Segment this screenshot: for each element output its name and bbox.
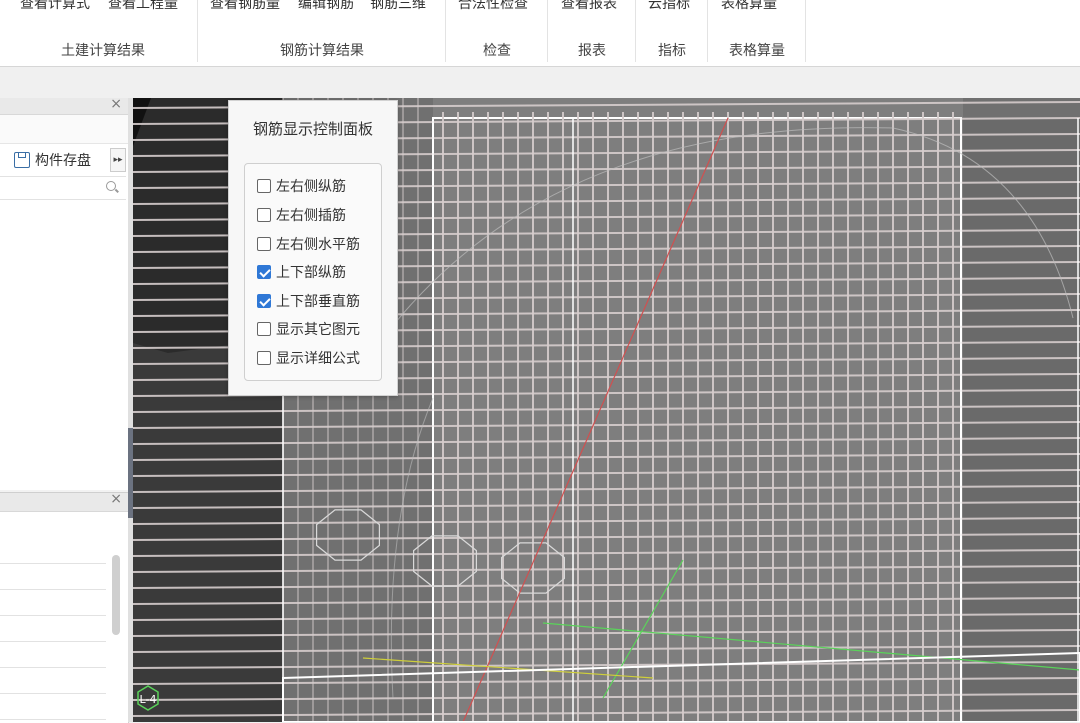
search-input[interactable] — [0, 176, 126, 200]
close-icon[interactable]: × — [110, 491, 122, 507]
option-label: 上下部垂直筋 — [276, 294, 360, 310]
table-row[interactable] — [0, 537, 106, 564]
checkbox[interactable] — [257, 179, 271, 193]
scrollbar[interactable] — [112, 555, 120, 635]
option-side-horizontal[interactable]: 左右侧水平筋 — [257, 234, 360, 254]
checkbox[interactable] — [257, 322, 271, 336]
table-row[interactable] — [0, 641, 106, 668]
toolbar-strip — [0, 67, 1080, 99]
table-row[interactable] — [0, 693, 106, 720]
group-civil-results: 查看计算式 查看工程量 土建计算结果 — [8, 0, 198, 66]
option-label: 左右侧插筋 — [276, 208, 346, 224]
table-calc-button[interactable]: 表格算量 — [721, 0, 777, 13]
panel-header: × — [0, 491, 128, 512]
view-rebar-quantity-button[interactable]: 查看钢筋量 — [210, 0, 280, 13]
ribbon-toolbar: 查看计算式 查看工程量 土建计算结果 查看钢筋量 编辑钢筋 钢筋三维 钢筋计算结… — [0, 0, 1080, 67]
option-label: 左右侧水平筋 — [276, 237, 360, 253]
panel-toolbar — [0, 115, 128, 144]
option-label: 显示其它图元 — [276, 322, 360, 338]
checkbox[interactable] — [257, 351, 271, 365]
component-panel: × 构件存盘 ▸▸ — [0, 96, 129, 490]
divider — [805, 0, 806, 62]
table-row[interactable] — [0, 589, 106, 616]
close-icon[interactable]: × — [110, 96, 122, 112]
cloud-index-button[interactable]: 云指标 — [648, 0, 690, 13]
save-component-label: 构件存盘 — [35, 153, 91, 169]
option-show-detailed-formula[interactable]: 显示详细公式 — [257, 348, 360, 368]
group-title: 报表 — [578, 43, 606, 59]
group-title: 钢筋计算结果 — [280, 43, 364, 59]
save-component-button[interactable]: 构件存盘 — [14, 150, 91, 170]
panel-title: 钢筋显示控制面板 — [252, 120, 373, 138]
option-label: 左右侧纵筋 — [276, 179, 346, 195]
checkbox[interactable] — [257, 237, 271, 251]
checkbox[interactable] — [257, 265, 271, 279]
table-row[interactable] — [0, 667, 106, 694]
validity-check-button[interactable]: 合法性检查 — [458, 0, 528, 13]
view-report-button[interactable]: 查看报表 — [561, 0, 617, 13]
group-rebar-results: 查看钢筋量 编辑钢筋 钢筋三维 钢筋计算结果 — [198, 0, 446, 66]
option-top-bottom-longitudinal[interactable]: 上下部纵筋 — [257, 262, 346, 282]
panel-header: × — [0, 96, 128, 115]
table-row[interactable] — [0, 615, 106, 642]
rebar-3d-button[interactable]: 钢筋三维 — [370, 0, 426, 13]
option-show-other-elements[interactable]: 显示其它图元 — [257, 319, 360, 339]
option-side-longitudinal[interactable]: 左右侧纵筋 — [257, 176, 346, 196]
group-title: 检查 — [483, 43, 511, 59]
option-label: 显示详细公式 — [276, 351, 360, 367]
option-top-bottom-vertical[interactable]: 上下部垂直筋 — [257, 291, 360, 311]
property-panel: × — [0, 491, 129, 723]
group-title: 表格算量 — [729, 43, 785, 59]
group-table-calc: 表格算量 表格算量 — [708, 0, 806, 66]
axis-label: L-4 — [140, 693, 157, 706]
rebar-options-group: 左右侧纵筋 左右侧插筋 左右侧水平筋 上下部纵筋 上下部垂直筋 显示其它图元 显… — [244, 163, 382, 381]
search-icon[interactable] — [106, 181, 116, 191]
view-formula-button[interactable]: 查看计算式 — [20, 0, 90, 13]
option-side-dowel[interactable]: 左右侧插筋 — [257, 205, 346, 225]
table-row[interactable] — [0, 563, 106, 590]
edit-rebar-button[interactable]: 编辑钢筋 — [298, 0, 354, 13]
view-quantity-button[interactable]: 查看工程量 — [108, 0, 178, 13]
save-icon — [14, 152, 30, 168]
checkbox[interactable] — [257, 294, 271, 308]
option-label: 上下部纵筋 — [276, 265, 346, 281]
group-index: 云指标 指标 — [636, 0, 708, 66]
rebar-display-control-panel: 钢筋显示控制面板 左右侧纵筋 左右侧插筋 左右侧水平筋 上下部纵筋 上下部垂直筋… — [228, 100, 398, 396]
group-title: 土建计算结果 — [61, 43, 145, 59]
checkbox[interactable] — [257, 208, 271, 222]
group-report: 查看报表 报表 — [548, 0, 636, 66]
group-check: 合法性检查 检查 — [446, 0, 548, 66]
group-title: 指标 — [658, 43, 686, 59]
more-icon[interactable]: ▸▸ — [110, 148, 126, 172]
